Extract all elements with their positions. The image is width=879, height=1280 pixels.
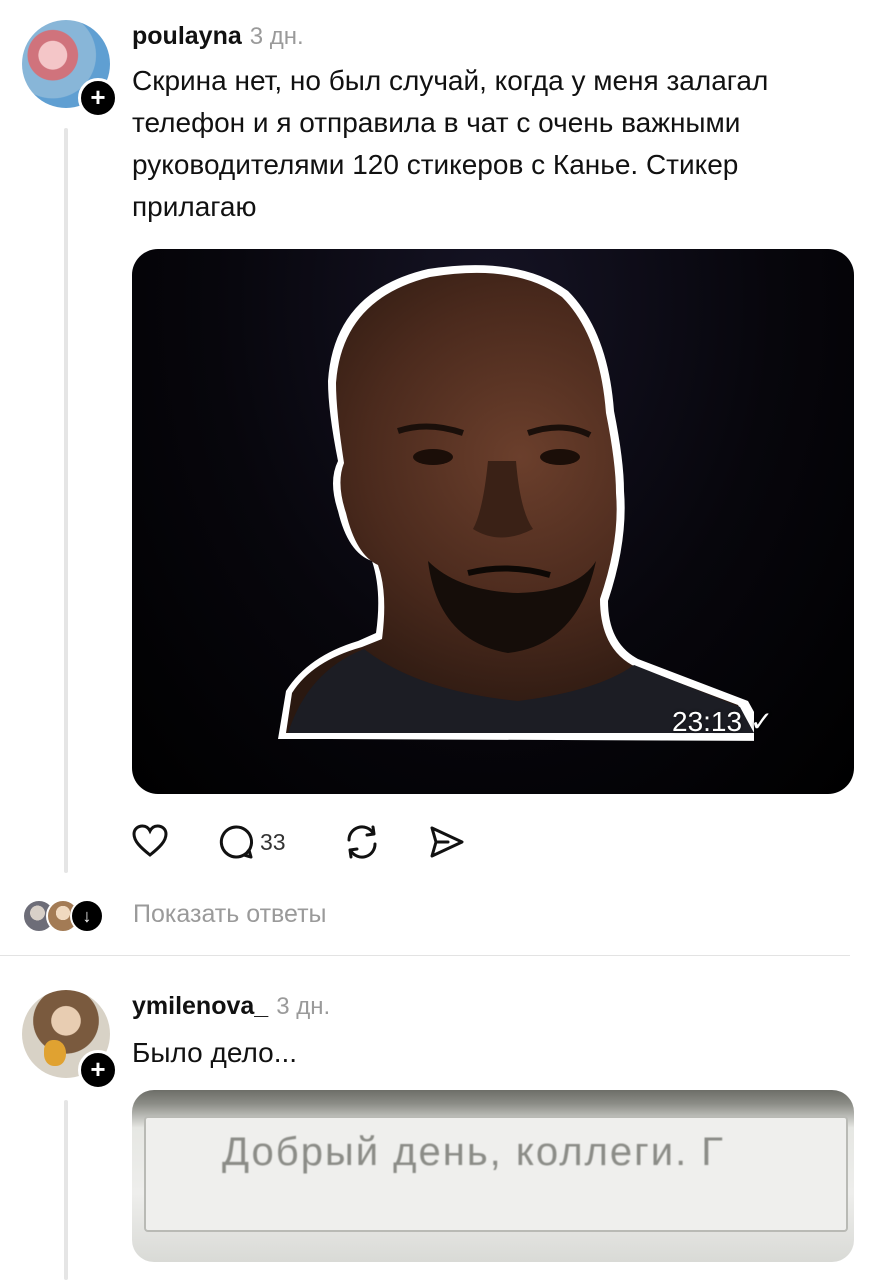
timestamp: 3 дн. [249, 23, 304, 50]
plus-icon: + [90, 1054, 106, 1084]
comment-text: Скрина нет, но был случай, когда у меня … [132, 65, 769, 222]
comment-poulayna: + poulayna 3 дн. Скрина нет, но был случа… [0, 0, 879, 955]
reply-avatars[interactable]: ↓ [22, 899, 104, 933]
timestamp: 3 дн. [276, 993, 331, 1020]
sticker-figure [278, 265, 754, 741]
arrow-down-icon: ↓ [70, 899, 104, 933]
comment-ymilenova: + ymilenova_ 3 дн. Было дело... Добрый де… [0, 956, 879, 1280]
comment-text: Было дело... [132, 1037, 298, 1068]
thread-line [64, 1100, 68, 1280]
screen-text: Добрый день, коллеги. Г [222, 1130, 725, 1174]
send-icon [430, 826, 464, 858]
heart-icon [132, 824, 168, 857]
repost-button[interactable] [343, 824, 381, 860]
plus-icon: + [90, 82, 106, 112]
username[interactable]: ymilenova_ [132, 992, 268, 1020]
screenshot-image[interactable]: Добрый день, коллеги. Г [132, 1090, 854, 1262]
share-button[interactable] [428, 824, 466, 860]
reply-count: 33 [260, 828, 286, 855]
follow-button[interactable]: + [78, 1050, 118, 1090]
username[interactable]: poulayna [132, 22, 242, 50]
show-replies-link[interactable]: Показать ответы [133, 900, 327, 929]
message-time: 23:13 ✓ [672, 705, 773, 738]
message-time-text: 23:13 [672, 706, 743, 737]
comment-button[interactable]: 33 [218, 824, 286, 860]
checkmark-icon: ✓ [749, 706, 774, 737]
follow-button[interactable]: + [78, 78, 118, 118]
sticker-image[interactable]: 23:13 ✓ [132, 249, 854, 794]
thread-line [64, 128, 68, 873]
repost-icon [347, 825, 377, 859]
comment-bubble-icon [219, 825, 254, 859]
comment-header: ymilenova_ 3 дн. [132, 992, 330, 1021]
comment-header: poulayna 3 дн. [132, 22, 304, 51]
like-button[interactable] [132, 824, 168, 858]
